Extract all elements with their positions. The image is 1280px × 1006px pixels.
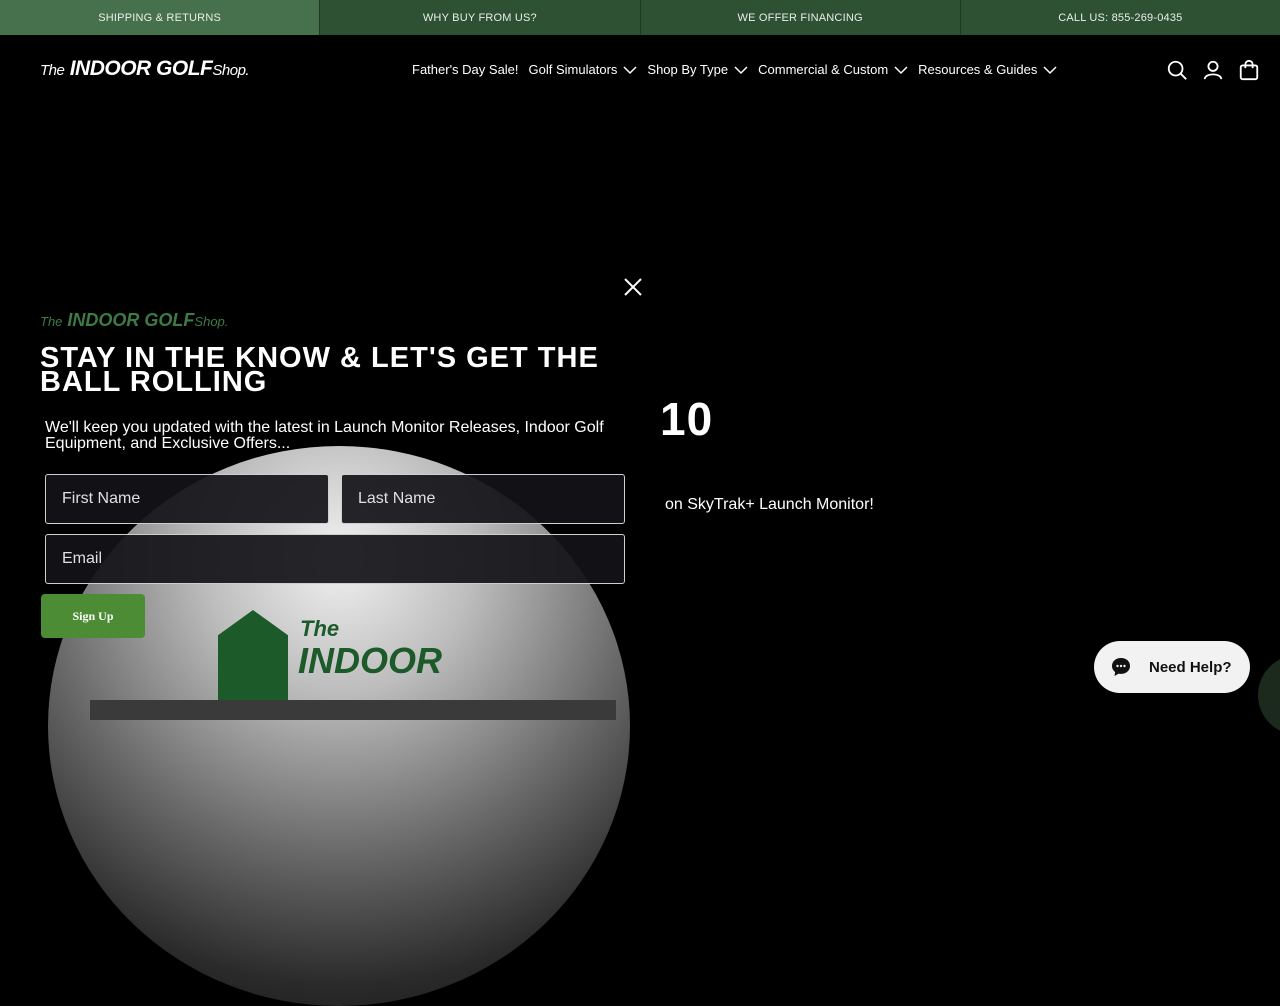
need-help-label: Need Help? xyxy=(1149,658,1232,676)
popup-logo-main: INDOOR GOLF xyxy=(67,310,195,330)
logo-main: INDOOR GOLF xyxy=(69,57,213,80)
first-name-input[interactable] xyxy=(45,474,329,524)
nav-shop-by-type[interactable]: Shop By Type xyxy=(647,62,748,77)
golf-ball-image xyxy=(48,446,630,1006)
nav-commercial-custom[interactable]: Commercial & Custom xyxy=(758,62,908,77)
ball-logo-line1: The xyxy=(300,616,340,641)
search-icon[interactable] xyxy=(1166,59,1188,81)
nav-label: Golf Simulators xyxy=(528,62,618,77)
popup-logo-post: Shop. xyxy=(194,314,229,329)
nav-label: Father's Day Sale! xyxy=(412,62,519,77)
ball-logo-image: The INDOOR xyxy=(218,610,478,700)
email-input[interactable] xyxy=(45,534,625,584)
popup-logo: The INDOOR GOLFShop. xyxy=(40,310,228,331)
popup-logo-pre: The xyxy=(40,314,63,329)
account-icon[interactable] xyxy=(1202,59,1224,81)
topbar-shipping-returns[interactable]: SHIPPING & RETURNS xyxy=(0,0,321,35)
main-nav: Father's Day Sale! Golf Simulators Shop … xyxy=(412,62,1057,77)
logo-pre: The xyxy=(40,62,65,79)
house-logo-mark xyxy=(218,610,288,700)
chevron-down-icon xyxy=(623,65,637,74)
topbar-call-us[interactable]: CALL US: 855-269-0435 xyxy=(961,0,1280,35)
chevron-down-icon xyxy=(894,65,908,74)
nav-label: Shop By Type xyxy=(647,62,729,77)
last-name-input[interactable] xyxy=(341,474,625,524)
site-logo[interactable]: The INDOOR GOLFShop. xyxy=(40,57,250,81)
topbar-why-buy[interactable]: WHY BUY FROM US? xyxy=(320,0,641,35)
ball-logo-line2: INDOOR xyxy=(298,640,442,681)
nav-label: Commercial & Custom xyxy=(758,62,889,77)
header-icons xyxy=(1166,59,1260,81)
edge-decoration xyxy=(1258,655,1280,735)
sign-up-button[interactable]: Sign Up xyxy=(41,594,145,638)
chevron-down-icon xyxy=(1043,65,1057,74)
nav-resources-guides[interactable]: Resources & Guides xyxy=(918,62,1057,77)
hero-sub-fragment: on SkyTrak+ Launch Monitor! xyxy=(665,496,874,513)
chevron-down-icon xyxy=(734,65,748,74)
nav-golf-simulators[interactable]: Golf Simulators xyxy=(529,62,638,77)
hero-headline-fragment: 10 xyxy=(660,393,714,445)
top-promo-bar: SHIPPING & RETURNS WHY BUY FROM US? WE O… xyxy=(0,0,1280,35)
site-header: The INDOOR GOLFShop. Father's Day Sale! … xyxy=(0,35,1280,105)
popup-bottom-bar xyxy=(90,700,616,720)
chat-bubble-icon xyxy=(1112,658,1130,676)
popup-title: STAY IN THE KNOW & LET'S GET THE BALL RO… xyxy=(40,342,599,398)
cart-icon[interactable] xyxy=(1238,59,1260,81)
nav-fathers-day-sale[interactable]: Father's Day Sale! xyxy=(412,62,519,77)
nav-label: Resources & Guides xyxy=(918,62,1038,77)
topbar-financing[interactable]: WE OFFER FINANCING xyxy=(641,0,961,35)
popup-description: We'll keep you updated with the latest i… xyxy=(45,419,604,452)
need-help-chat-button[interactable]: Need Help? xyxy=(1094,641,1250,693)
logo-post: Shop. xyxy=(212,62,250,79)
close-icon[interactable] xyxy=(620,274,646,300)
